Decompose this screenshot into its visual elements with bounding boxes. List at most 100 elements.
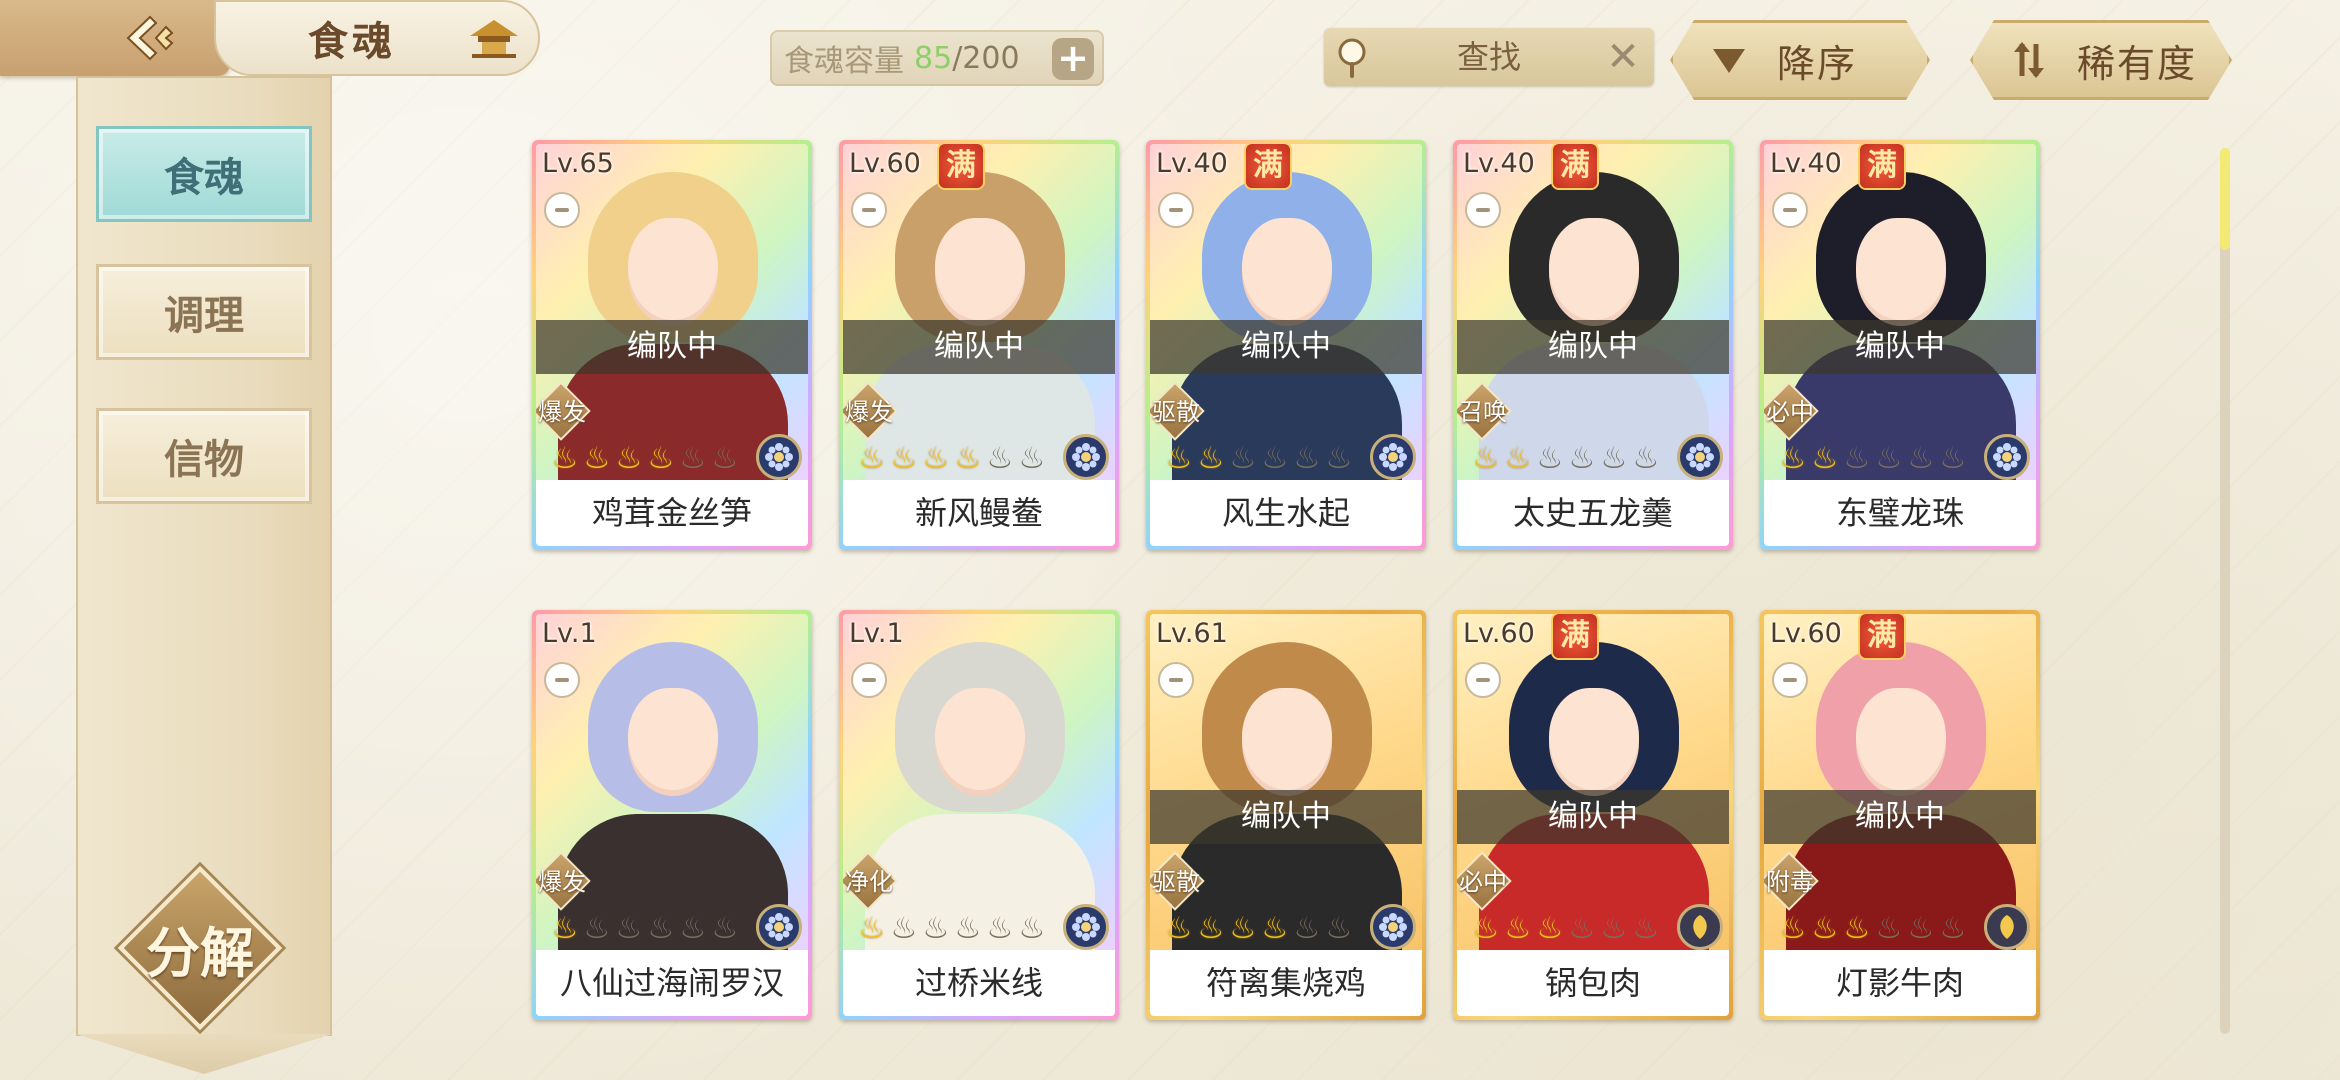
flower-icon <box>756 434 802 480</box>
character-face <box>1549 688 1639 796</box>
flame-star-icon: ♨ <box>1504 441 1532 476</box>
flame-star-icon: ♨ <box>615 911 643 946</box>
leaf-icon <box>1984 904 2030 950</box>
in-team-label: 编队中 <box>1764 320 2036 374</box>
flower-icon <box>1063 904 1109 950</box>
flame-star-icon: ♨ <box>1939 441 1967 476</box>
flame-star-icon: ♨ <box>1568 911 1596 946</box>
food-soul-card[interactable]: Lv.61 编队中 驱散 ♨ ♨ ♨ ♨ ♨ ♨ 符离集烧鸡 <box>1146 610 1426 1020</box>
flame-star-icon: ♨ <box>1875 911 1903 946</box>
star-rating: ♨ ♨ ♨ ♨ ♨ ♨ <box>857 442 1047 476</box>
max-badge: 满 <box>1860 614 1904 658</box>
food-soul-card[interactable]: Lv.65 编队中 爆发 ♨ ♨ ♨ ♨ ♨ ♨ 鸡茸金丝笋 <box>532 140 812 550</box>
role-tag: 驱散 <box>1150 381 1205 441</box>
search-input[interactable]: 查找 ✕ <box>1324 28 1654 86</box>
food-soul-card[interactable]: Lv.60 满 编队中 必中 ♨ ♨ ♨ ♨ ♨ ♨ 锅包肉 <box>1453 610 1733 1020</box>
food-soul-card[interactable]: Lv.40 满 编队中 驱散 ♨ ♨ ♨ ♨ ♨ ♨ 风生水起 <box>1146 140 1426 550</box>
back-button[interactable] <box>118 10 182 66</box>
flower-icon <box>1984 434 2030 480</box>
card-inner: Lv.65 编队中 爆发 ♨ ♨ ♨ ♨ ♨ ♨ 鸡茸金丝笋 <box>536 144 808 546</box>
back-tab <box>0 0 230 76</box>
in-team-label: 编队中 <box>536 320 808 374</box>
capacity-label: 食魂容量 <box>784 44 904 79</box>
sidebar-item-food-souls[interactable]: 食魂 <box>96 126 312 222</box>
sort-rarity-button[interactable]: 稀有度 <box>1970 20 2232 100</box>
flower-icon <box>756 904 802 950</box>
flame-star-icon: ♨ <box>1779 911 1807 946</box>
star-rating: ♨ ♨ ♨ ♨ ♨ ♨ <box>550 912 740 946</box>
sidebar-item-tokens[interactable]: 信物 <box>96 408 312 504</box>
flame-star-icon: ♨ <box>922 441 950 476</box>
flame-star-icon: ♨ <box>858 911 886 946</box>
card-inner: Lv.1 爆发 ♨ ♨ ♨ ♨ ♨ ♨ 八仙过海闹罗汉 <box>536 614 808 1016</box>
bowl-icon <box>544 662 580 698</box>
card-level: Lv.1 <box>849 618 904 649</box>
role-label: 召唤 <box>1459 398 1507 426</box>
star-rating: ♨ ♨ ♨ ♨ ♨ ♨ <box>1471 912 1661 946</box>
flame-star-icon: ♨ <box>1197 441 1225 476</box>
sidebar-item-label: 食魂 <box>164 155 244 201</box>
role-tag: 爆发 <box>536 851 591 911</box>
flame-star-icon: ♨ <box>679 911 707 946</box>
food-soul-card[interactable]: Lv.60 满 编队中 爆发 ♨ ♨ ♨ ♨ ♨ ♨ 新风鳗鲞 <box>839 140 1119 550</box>
scrollbar[interactable] <box>2220 148 2230 1034</box>
flame-star-icon: ♨ <box>1293 911 1321 946</box>
character-name: 太史五龙羹 <box>1457 484 1729 542</box>
sidebar-item-conditioning[interactable]: 调理 <box>96 264 312 360</box>
bowl-icon <box>1772 662 1808 698</box>
flame-star-icon: ♨ <box>1536 911 1564 946</box>
scrollbar-thumb[interactable] <box>2220 148 2230 250</box>
flame-star-icon: ♨ <box>647 441 675 476</box>
triangle-down-icon <box>1707 38 1751 82</box>
character-face <box>1856 218 1946 326</box>
role-tag: 爆发 <box>536 381 591 441</box>
flame-star-icon: ♨ <box>1843 441 1871 476</box>
sort-order-button[interactable]: 降序 <box>1670 20 1930 100</box>
flame-star-icon: ♨ <box>1018 441 1046 476</box>
flame-star-icon: ♨ <box>1779 441 1807 476</box>
bowl-icon <box>851 192 887 228</box>
role-label: 附毒 <box>1766 868 1814 896</box>
food-soul-card[interactable]: Lv.40 满 编队中 召唤 ♨ ♨ ♨ ♨ ♨ ♨ 太史五龙羹 <box>1453 140 1733 550</box>
food-soul-card[interactable]: Lv.60 满 编队中 附毒 ♨ ♨ ♨ ♨ ♨ ♨ 灯影牛肉 <box>1760 610 2040 1020</box>
character-name: 新风鳗鲞 <box>843 484 1115 542</box>
flame-star-icon: ♨ <box>1261 441 1289 476</box>
bowl-icon <box>1772 192 1808 228</box>
flame-star-icon: ♨ <box>1504 911 1532 946</box>
star-rating: ♨ ♨ ♨ ♨ ♨ ♨ <box>1164 442 1354 476</box>
flame-star-icon: ♨ <box>1907 441 1935 476</box>
flame-star-icon: ♨ <box>922 911 950 946</box>
page-title: 食魂 <box>308 19 396 65</box>
food-soul-card[interactable]: Lv.1 爆发 ♨ ♨ ♨ ♨ ♨ ♨ 八仙过海闹罗汉 <box>532 610 812 1020</box>
flame-star-icon: ♨ <box>954 911 982 946</box>
star-rating: ♨ ♨ ♨ ♨ ♨ ♨ <box>1778 912 1968 946</box>
sidebar-item-label: 调理 <box>164 293 244 339</box>
pagoda-icon[interactable] <box>466 16 522 60</box>
bowl-icon <box>1465 192 1501 228</box>
food-soul-card[interactable]: Lv.40 满 编队中 必中 ♨ ♨ ♨ ♨ ♨ ♨ 东璧龙珠 <box>1760 140 2040 550</box>
character-name: 过桥米线 <box>843 954 1115 1012</box>
close-icon[interactable]: ✕ <box>1602 36 1644 78</box>
flame-star-icon: ♨ <box>1293 441 1321 476</box>
max-badge: 满 <box>1553 614 1597 658</box>
bowl-icon <box>544 192 580 228</box>
in-team-label: 编队中 <box>1150 790 1422 844</box>
expand-capacity-button[interactable]: + <box>1052 38 1094 80</box>
role-tag: 必中 <box>1457 851 1512 911</box>
character-face <box>935 688 1025 796</box>
decompose-button[interactable]: 分解 <box>117 865 283 1031</box>
sort-rarity-label: 稀有度 <box>2077 41 2198 86</box>
flame-star-icon: ♨ <box>890 441 918 476</box>
role-label: 驱散 <box>1152 398 1200 426</box>
role-tag: 净化 <box>843 851 898 911</box>
role-tag: 附毒 <box>1764 851 1819 911</box>
card-inner: Lv.1 净化 ♨ ♨ ♨ ♨ ♨ ♨ 过桥米线 <box>843 614 1115 1016</box>
flame-star-icon: ♨ <box>1261 911 1289 946</box>
capacity-current: 85 <box>914 40 953 76</box>
flame-star-icon: ♨ <box>954 441 982 476</box>
character-name: 风生水起 <box>1150 484 1422 542</box>
capacity-max: 200 <box>962 40 1020 76</box>
flame-star-icon: ♨ <box>986 441 1014 476</box>
food-soul-card[interactable]: Lv.1 净化 ♨ ♨ ♨ ♨ ♨ ♨ 过桥米线 <box>839 610 1119 1020</box>
flame-star-icon: ♨ <box>1229 441 1257 476</box>
